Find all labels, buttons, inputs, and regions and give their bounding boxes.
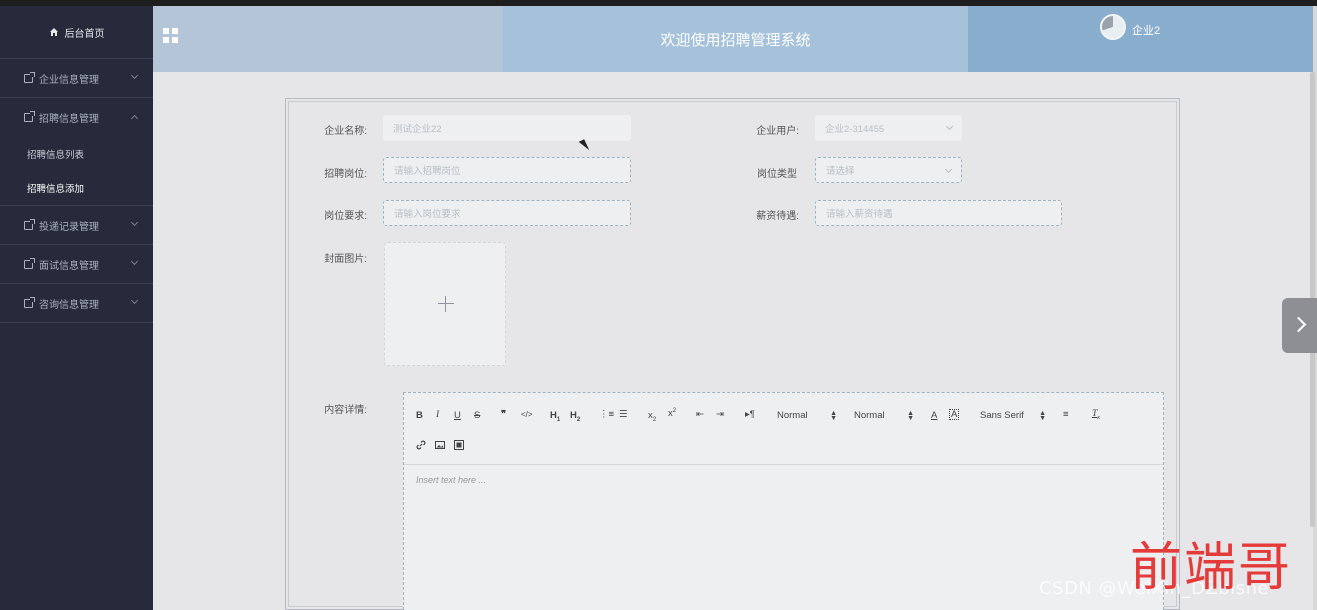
image-icon[interactable] [435,440,445,453]
sidebar-item-delivery[interactable]: 投递记录管理 [0,206,153,245]
cover-upload[interactable] [384,242,506,366]
company-user-label: 企业用户: [756,126,799,137]
salary-placeholder: 请输入薪资待遇 [826,209,893,220]
align-icon[interactable]: ≡ [1063,409,1069,420]
sidebar-item-recruit[interactable]: 招聘信息管理 [0,98,153,137]
sidebar-item-company[interactable]: 企业信息管理 [0,59,153,98]
sidebar-submenu-recruit: 招聘信息列表 招聘信息添加 [0,137,153,206]
underline-icon[interactable]: U [454,410,461,421]
sidebar-item-consult[interactable]: 咨询信息管理 [0,284,153,323]
chevron-down-icon [130,71,139,80]
video-icon[interactable] [454,440,464,453]
sidebar-item-label: 企业信息管理 [39,74,99,86]
sidebar-item-label: 招聘信息管理 [39,114,99,125]
bold-icon[interactable]: B [416,410,423,421]
job-type-label: 岗位类型 [757,169,797,180]
blockquote-icon[interactable]: ❞ [501,409,506,420]
edit-icon [24,218,35,230]
user-name[interactable]: 企业2 [1132,22,1160,38]
select-arrows-icon: ▲ ▼ [830,410,837,422]
job-type-select[interactable]: 请选择 [815,157,962,183]
watermark-logo: 前端哥 [1130,538,1293,598]
sidebar-item-interview[interactable]: 面试信息管理 [0,245,153,284]
chevron-down-icon [130,257,139,266]
home-icon [49,27,59,37]
position-label: 招聘岗位: [324,169,367,180]
italic-icon[interactable]: I [436,410,439,420]
size-select[interactable]: Normal ▲ ▼ [854,410,914,422]
plus-icon [438,296,454,312]
bullet-list-icon[interactable]: ☰ [619,409,628,420]
sidebar-item-label: 咨询信息管理 [39,299,99,311]
grid-menu-icon[interactable] [163,28,178,43]
requirement-placeholder: 请输入岗位要求 [394,209,461,220]
chevron-down-icon [130,218,139,227]
editor-placeholder[interactable]: Insert text here ... [416,475,486,485]
font-select-value: Sans Serif [980,410,1024,421]
text-direction-icon[interactable]: ▸¶ [745,409,755,420]
top-header: 欢迎使用招聘管理系统 企业2 [153,6,1313,72]
content-label: 内容详情: [324,405,367,416]
sidebar-item-label: 面试信息管理 [39,260,99,272]
edit-icon [24,257,35,269]
sidebar-home[interactable]: 后台首页 [0,6,153,58]
company-name-field[interactable]: 测试企业22 [383,115,631,141]
heading1-icon[interactable]: H1 [550,410,560,423]
edit-icon [24,296,35,308]
code-block-icon[interactable]: </> [521,410,533,419]
chevron-down-icon [944,165,953,174]
font-color-icon[interactable]: A [931,410,937,421]
cover-label: 封面图片: [324,254,367,265]
sidebar-menu: 企业信息管理 招聘信息管理 招聘信息列表 招聘信息添加 投递记录管理 面试信息管… [0,58,153,323]
salary-label: 薪资待遇: [756,211,799,222]
job-type-placeholder: 请选择 [826,166,855,177]
avatar[interactable] [1100,14,1126,40]
chevron-right-icon[interactable] [1282,298,1317,353]
sidebar-home-label: 后台首页 [64,28,105,40]
company-name-value: 测试企业22 [393,124,442,135]
background-color-icon[interactable]: A [949,409,960,420]
indent-icon[interactable]: ⇥ [716,409,724,420]
requirement-label: 岗位要求: [324,211,367,222]
font-select[interactable]: Sans Serif ▲ ▼ [980,410,1046,422]
header-select[interactable]: Normal ▲ ▼ [777,410,837,422]
outdent-icon[interactable]: ⇤ [696,409,704,420]
edit-icon [24,71,35,83]
chevron-down-icon [130,296,139,305]
superscript-icon[interactable]: x2 [668,408,676,419]
header-left [153,6,503,72]
chevron-up-icon [130,114,139,123]
link-icon[interactable] [416,440,426,453]
page-title: 欢迎使用招聘管理系统 [503,6,968,72]
company-user-select[interactable]: 企业2-314455 [815,115,962,141]
header-user: 企业2 [968,6,1313,72]
edit-icon [24,111,35,122]
company-name-label: 企业名称: [324,126,367,137]
position-input[interactable]: 请输入招聘岗位 [383,157,631,183]
salary-input[interactable]: 请输入薪资待遇 [815,200,1062,226]
strikethrough-icon[interactable]: S [474,410,480,421]
chevron-down-icon [945,122,954,131]
editor-toolbar: B I U S ❞ </> H1 H2 ⋮≡ ☰ x2 x2 ⇤ ⇥ ▸¶ No… [404,393,1163,465]
company-user-value: 企业2-314455 [825,124,885,135]
position-placeholder: 请输入招聘岗位 [394,166,461,177]
clear-format-icon[interactable]: Tx [1092,409,1100,421]
ordered-list-icon[interactable]: ⋮≡ [599,409,614,420]
sidebar-subitem-recruit-list[interactable]: 招聘信息列表 [0,137,153,171]
requirement-input[interactable]: 请输入岗位要求 [383,200,631,226]
subscript-icon[interactable]: x2 [648,410,656,423]
select-arrows-icon: ▲ ▼ [907,410,914,422]
heading2-icon[interactable]: H2 [570,410,580,423]
sidebar: 后台首页 企业信息管理 招聘信息管理 招聘信息列表 招聘信息添加 投递记录管理 … [0,6,153,610]
sidebar-subitem-recruit-add[interactable]: 招聘信息添加 [0,171,153,205]
sidebar-item-label: 投递记录管理 [39,221,99,233]
select-arrows-icon: ▲ ▼ [1039,410,1046,422]
header-select-value: Normal [777,410,808,421]
size-select-value: Normal [854,410,885,421]
